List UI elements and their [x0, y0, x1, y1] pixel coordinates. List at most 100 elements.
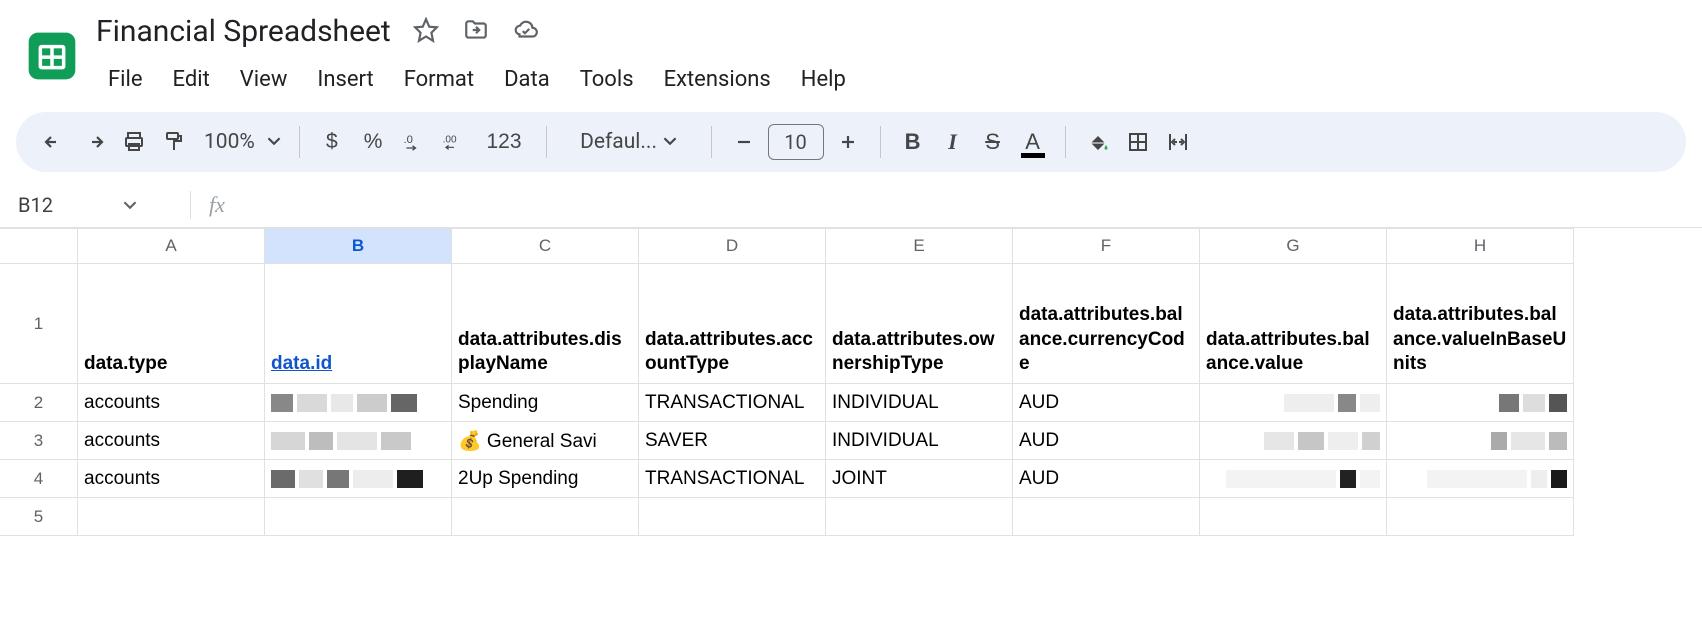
fill-color-button[interactable] — [1078, 122, 1118, 162]
spreadsheet-grid[interactable]: A B C D E F G H 1 data.type data.id data… — [0, 228, 1702, 536]
cell[interactable]: data.type — [78, 264, 265, 384]
cell[interactable]: accounts — [78, 422, 265, 460]
cell[interactable] — [1387, 498, 1574, 536]
cell[interactable]: INDIVIDUAL — [826, 422, 1013, 460]
font-family-label: Defaul... — [580, 130, 657, 154]
menu-format[interactable]: Format — [390, 61, 488, 98]
menu-tools[interactable]: Tools — [566, 61, 648, 98]
cell[interactable]: data.attributes.balance.currencyCode — [1013, 264, 1200, 384]
merge-cells-button[interactable] — [1158, 122, 1198, 162]
cell-redacted[interactable] — [1387, 460, 1574, 498]
link-text[interactable]: data.id — [271, 352, 332, 377]
menu-file[interactable]: File — [94, 61, 157, 98]
cell[interactable] — [826, 498, 1013, 536]
col-header-D[interactable]: D — [639, 228, 826, 264]
cell[interactable]: JOINT — [826, 460, 1013, 498]
menu-insert[interactable]: Insert — [303, 61, 387, 98]
undo-button[interactable] — [34, 122, 74, 162]
menu-data[interactable]: Data — [490, 61, 564, 98]
cell[interactable]: TRANSACTIONAL — [639, 460, 826, 498]
cell[interactable] — [265, 498, 452, 536]
print-button[interactable] — [114, 122, 154, 162]
sheets-app-icon[interactable] — [24, 18, 80, 94]
text-color-button[interactable]: A — [1013, 122, 1053, 162]
cloud-status-icon[interactable] — [513, 17, 539, 47]
font-size-input[interactable]: 10 — [768, 124, 824, 160]
formula-bar-fx-icon: fx — [191, 192, 243, 218]
decrease-decimal-button[interactable]: .0 — [394, 122, 434, 162]
cell[interactable]: data.id — [265, 264, 452, 384]
format-currency-button[interactable]: $ — [312, 122, 352, 162]
borders-button[interactable] — [1118, 122, 1158, 162]
cell-redacted[interactable] — [265, 460, 452, 498]
menu-view[interactable]: View — [226, 61, 302, 98]
menu-extensions[interactable]: Extensions — [650, 61, 785, 98]
zoom-label: 100% — [200, 130, 259, 154]
cell-redacted[interactable] — [1387, 422, 1574, 460]
cell[interactable]: data.attributes.balance.valueInBaseUnits — [1387, 264, 1574, 384]
svg-text:.0: .0 — [404, 134, 413, 146]
font-size-decrease-button[interactable] — [724, 122, 764, 162]
chevron-down-icon — [267, 133, 281, 152]
font-size-increase-button[interactable] — [828, 122, 868, 162]
italic-button[interactable]: I — [933, 122, 973, 162]
bold-button[interactable]: B — [893, 122, 933, 162]
name-box[interactable]: B12 — [0, 193, 190, 217]
cell[interactable]: AUD — [1013, 422, 1200, 460]
menu-edit[interactable]: Edit — [159, 61, 224, 98]
cell[interactable] — [1013, 498, 1200, 536]
cell-redacted[interactable] — [265, 422, 452, 460]
cell-redacted[interactable] — [1200, 384, 1387, 422]
cell-redacted[interactable] — [1200, 422, 1387, 460]
chevron-down-icon — [663, 130, 677, 154]
cell[interactable]: AUD — [1013, 460, 1200, 498]
zoom-select[interactable]: 100% — [194, 122, 287, 162]
cell[interactable]: AUD — [1013, 384, 1200, 422]
cell[interactable]: data.attributes.balance.value — [1200, 264, 1387, 384]
col-header-A[interactable]: A — [78, 228, 265, 264]
col-header-G[interactable]: G — [1200, 228, 1387, 264]
document-title[interactable]: Financial Spreadsheet — [94, 12, 393, 51]
select-all-corner[interactable] — [0, 228, 78, 264]
cell[interactable]: INDIVIDUAL — [826, 384, 1013, 422]
strikethrough-button[interactable]: S — [973, 122, 1013, 162]
cell[interactable]: Spending — [452, 384, 639, 422]
row-header-1[interactable]: 1 — [0, 264, 78, 384]
row-header-3[interactable]: 3 — [0, 422, 78, 460]
cell[interactable]: data.attributes.ownershipType — [826, 264, 1013, 384]
row-header-2[interactable]: 2 — [0, 384, 78, 422]
more-formats-button[interactable]: 123 — [474, 122, 533, 162]
cell[interactable]: 💰 General Savi — [452, 422, 639, 460]
cell[interactable]: data.attributes.accountType — [639, 264, 826, 384]
star-icon[interactable] — [413, 17, 439, 47]
menu-help[interactable]: Help — [787, 61, 860, 98]
cell[interactable]: SAVER — [639, 422, 826, 460]
col-header-C[interactable]: C — [452, 228, 639, 264]
row-header-4[interactable]: 4 — [0, 460, 78, 498]
cell[interactable]: accounts — [78, 384, 265, 422]
move-icon[interactable] — [463, 17, 489, 47]
col-header-B[interactable]: B — [265, 228, 452, 264]
cell[interactable]: accounts — [78, 460, 265, 498]
cell[interactable] — [78, 498, 265, 536]
col-header-H[interactable]: H — [1387, 228, 1574, 264]
cell[interactable]: TRANSACTIONAL — [639, 384, 826, 422]
cell[interactable] — [452, 498, 639, 536]
format-percent-button[interactable]: % — [352, 122, 395, 162]
cell-redacted[interactable] — [1200, 460, 1387, 498]
cell[interactable] — [1200, 498, 1387, 536]
redo-button[interactable] — [74, 122, 114, 162]
cell-redacted[interactable] — [265, 384, 452, 422]
increase-decimal-button[interactable]: .00 — [434, 122, 474, 162]
cell-redacted[interactable] — [1387, 384, 1574, 422]
font-family-select[interactable]: Defaul... — [559, 122, 699, 162]
col-header-F[interactable]: F — [1013, 228, 1200, 264]
row-header-5[interactable]: 5 — [0, 498, 78, 536]
menubar: File Edit View Insert Format Data Tools … — [94, 51, 860, 98]
paint-format-button[interactable] — [154, 122, 194, 162]
cell[interactable] — [639, 498, 826, 536]
chevron-down-icon — [123, 193, 137, 217]
cell[interactable]: 2Up Spending — [452, 460, 639, 498]
cell[interactable]: data.attributes.displayName — [452, 264, 639, 384]
col-header-E[interactable]: E — [826, 228, 1013, 264]
